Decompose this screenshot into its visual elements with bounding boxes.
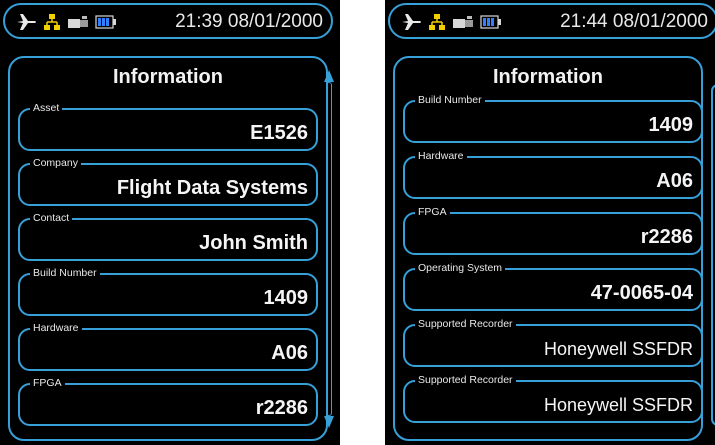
field-hardware: Hardware A06 <box>18 322 318 371</box>
field-label: Contact <box>30 212 73 225</box>
field-label: Company <box>30 157 81 170</box>
field-supported-recorder: Supported Recorder Honeywell SSFDR <box>403 374 703 423</box>
battery-icon <box>480 15 501 29</box>
information-panel: Information Asset E1526 Company Flight D… <box>8 56 328 441</box>
field-value: E1526 <box>250 122 308 144</box>
scroll-track[interactable] <box>326 82 332 416</box>
status-time: 21:39 08/01/2000 <box>175 11 323 32</box>
field-label: FPGA <box>415 206 450 219</box>
field-label: Build Number <box>415 94 485 107</box>
field-label: Asset <box>30 102 63 115</box>
network-icon <box>429 14 445 30</box>
field-value: Honeywell SSFDR <box>543 395 693 415</box>
field-value: Honeywell SSFDR <box>543 339 693 359</box>
field-value: 1409 <box>648 114 694 136</box>
field-fpga: FPGA r2286 <box>403 206 703 255</box>
field-fpga: FPGA r2286 <box>18 377 318 426</box>
plane-icon <box>17 14 36 30</box>
network-icon <box>44 14 60 30</box>
device-screen-left: 21:39 08/01/2000 Information Asset E1526… <box>0 0 340 445</box>
field-label: FPGA <box>30 377 65 390</box>
field-value: A06 <box>271 342 308 364</box>
field-label: Supported Recorder <box>415 318 516 331</box>
panel-title: Information <box>493 66 603 88</box>
field-label: Build Number <box>30 267 100 280</box>
scrollbar[interactable] <box>711 84 715 426</box>
field-label: Hardware <box>415 150 467 163</box>
status-icons <box>15 12 117 32</box>
field-label: Supported Recorder <box>415 374 516 387</box>
scroll-up-arrow-icon[interactable] <box>324 70 334 82</box>
device-screen-right: 21:44 08/01/2000 Information Build Numbe… <box>385 0 715 445</box>
field-build-number: Build Number 1409 <box>18 267 318 316</box>
information-panel: Information Build Number 1409 Hardware A… <box>393 56 703 441</box>
field-operating-system: Operating System 47-0065-04 <box>403 262 703 311</box>
status-icons <box>400 12 502 32</box>
field-value: Flight Data Systems <box>116 177 308 199</box>
field-company: Company Flight Data Systems <box>18 157 318 206</box>
field-supported-recorder: Supported Recorder Honeywell SSFDR <box>403 318 703 367</box>
field-contact: Contact John Smith <box>18 212 318 261</box>
status-bar: 21:39 08/01/2000 <box>3 3 333 39</box>
field-label: Operating System <box>415 262 506 275</box>
field-value: 1409 <box>263 287 309 309</box>
scrollbar[interactable] <box>324 70 334 428</box>
battery-icon <box>95 15 116 29</box>
plane-icon <box>402 14 421 30</box>
field-asset: Asset E1526 <box>18 102 318 151</box>
field-hardware: Hardware A06 <box>403 150 703 199</box>
field-value: John Smith <box>199 232 308 254</box>
field-value: r2286 <box>640 226 693 248</box>
field-value: 47-0065-04 <box>590 282 693 304</box>
panel-title: Information <box>113 66 223 88</box>
usb-icon <box>453 16 473 28</box>
field-label: Hardware <box>30 322 82 335</box>
field-build-number: Build Number 1409 <box>403 94 703 143</box>
usb-icon <box>68 16 88 28</box>
field-value: r2286 <box>255 397 308 419</box>
scroll-down-arrow-icon[interactable] <box>324 416 334 428</box>
field-value: A06 <box>656 170 693 192</box>
status-bar: 21:44 08/01/2000 <box>388 3 715 39</box>
status-time: 21:44 08/01/2000 <box>560 11 708 32</box>
